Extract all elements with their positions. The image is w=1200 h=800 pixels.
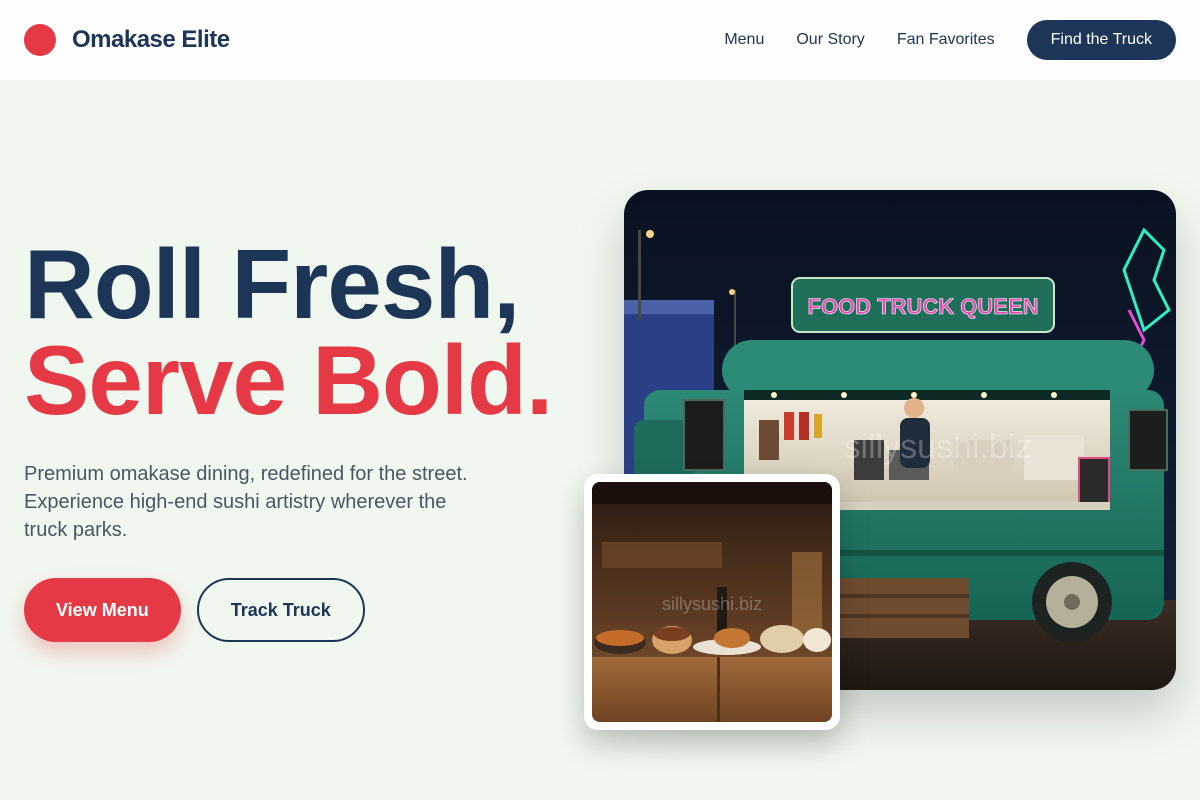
- site-header: Omakase Elite Menu Our Story Fan Favorit…: [0, 0, 1200, 80]
- track-truck-button[interactable]: Track Truck: [196, 578, 365, 642]
- headline-line-1: Roll Fresh,: [24, 229, 520, 339]
- hero-section: Roll Fresh, Serve Bold. Premium omakase …: [24, 229, 584, 642]
- brand-logo-icon: [24, 24, 56, 56]
- inset-photo-watermark: sillysushi.biz: [662, 594, 762, 614]
- hero-subtext: Premium omakase dining, redefined for th…: [24, 463, 468, 541]
- brand[interactable]: Omakase Elite: [24, 24, 230, 56]
- nav-link-menu[interactable]: Menu: [724, 31, 764, 49]
- headline-line-2: Serve Bold.: [24, 325, 553, 435]
- brand-name: Omakase Elite: [72, 26, 230, 53]
- hero-headline: Roll Fresh, Serve Bold.: [24, 229, 584, 435]
- nav-link-fan-favorites[interactable]: Fan Favorites: [897, 31, 995, 49]
- hero-cta-row: View Menu Track Truck: [24, 578, 584, 642]
- nav-link-our-story[interactable]: Our Story: [796, 31, 864, 49]
- food-inset-photo: sillysushi.biz: [584, 474, 840, 730]
- food-plate-illustration: sillysushi.biz: [592, 482, 832, 722]
- main-nav: Menu Our Story Fan Favorites Find the Tr…: [724, 20, 1176, 60]
- view-menu-button[interactable]: View Menu: [24, 578, 181, 642]
- truck-sign-text: FOOD TRUCK QUEEN: [808, 294, 1039, 319]
- find-the-truck-button[interactable]: Find the Truck: [1026, 20, 1176, 60]
- food-inset-image-frame: sillysushi.biz: [592, 482, 832, 722]
- main-photo-watermark: sillysushi.biz: [844, 428, 1033, 466]
